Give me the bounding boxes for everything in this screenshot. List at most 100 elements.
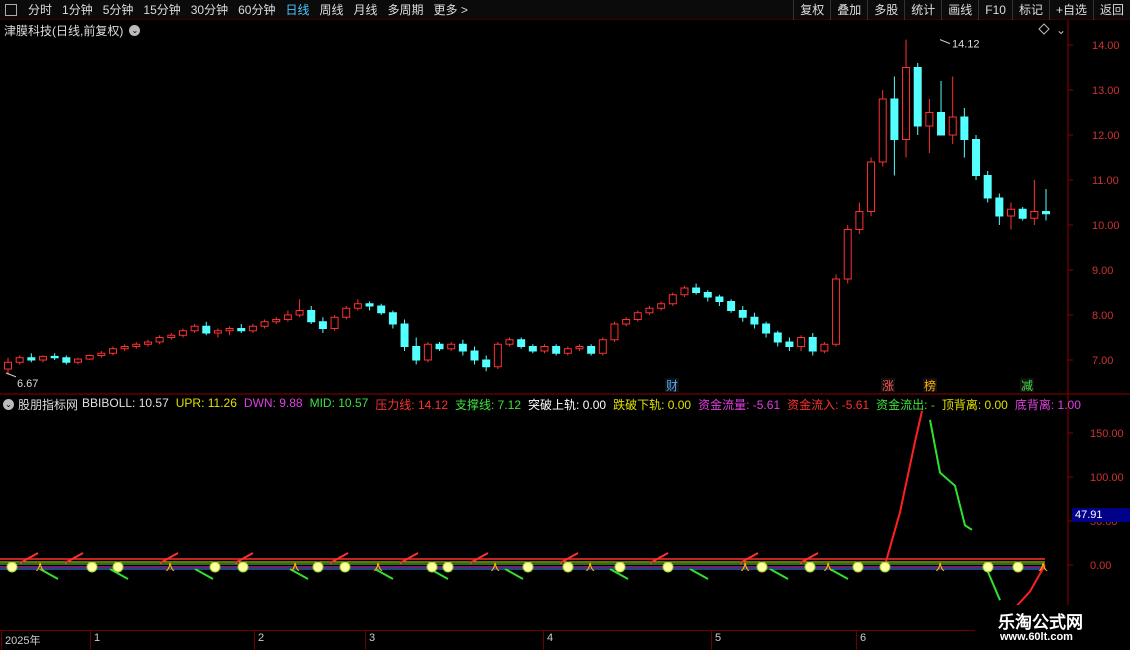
apple-icon [756, 561, 768, 573]
candle-body [517, 339, 526, 347]
indicator-item-12: 底背离: 1.00 [1014, 398, 1081, 412]
candle-body [167, 334, 176, 338]
toolbar-button-1[interactable]: 叠加 [830, 0, 867, 20]
indicator-item-2: DWN: 9.88 [243, 396, 303, 410]
toolbar-button-5[interactable]: F10 [978, 0, 1012, 20]
tab-4[interactable]: 30分钟 [186, 0, 233, 20]
apple-icon [614, 561, 626, 573]
toolbar-button-8[interactable]: 返回 [1092, 0, 1130, 20]
flow-segment [194, 568, 214, 580]
date-tick [711, 631, 712, 650]
date-label: 3 [369, 632, 376, 644]
candle-body [505, 339, 514, 345]
chevron-down-icon: ⌄ [1056, 23, 1066, 37]
candle-body [773, 332, 782, 343]
indicator-current-value: 47.91 [1072, 508, 1130, 522]
toolbar-button-6[interactable]: 标记 [1011, 0, 1049, 20]
tab-0[interactable]: 分时 [23, 0, 57, 20]
indicator-item-3: MID: 10.57 [309, 396, 369, 410]
toolbar-button-7[interactable]: +自选 [1048, 0, 1093, 20]
candle-body [330, 316, 339, 329]
watermark-title: 乐淘公式网 [998, 613, 1083, 632]
indicator-item-10: 资金流出: - [876, 398, 935, 412]
chart-canvas: 14.00 13.00 12.00 11.00 10.00 9.00 8.00 7.00 14.… [0, 20, 1130, 630]
candle-body [528, 346, 537, 352]
date-label: 2025年 [5, 635, 41, 647]
price-label: 10.00 [1092, 220, 1120, 232]
apple-icon [879, 561, 891, 573]
candle-body [540, 346, 549, 352]
candle-body [1018, 208, 1027, 219]
indicator-item-11: 顶背离: 0.00 [941, 398, 1008, 412]
candle-body [143, 341, 152, 345]
apple-icon [426, 561, 438, 573]
candle-body [575, 346, 584, 350]
divergence-icon: ⋏ [740, 558, 750, 574]
candle-body [482, 359, 491, 368]
indicator-item-5: 支撑线: 7.12 [455, 398, 522, 412]
marker-label: 榜 [924, 378, 936, 393]
price-label: 8.00 [1092, 310, 1113, 322]
apple-icon [982, 561, 994, 573]
candle-body [272, 319, 281, 323]
apple-icon [339, 561, 351, 573]
tab-3[interactable]: 15分钟 [138, 0, 185, 20]
tab-2[interactable]: 5分钟 [98, 0, 139, 20]
candle-body [97, 352, 106, 356]
tab-5[interactable]: 60分钟 [233, 0, 280, 20]
tab-1[interactable]: 1分钟 [57, 0, 98, 20]
divergence-icon: ⋏ [373, 558, 383, 574]
candle-body [762, 323, 771, 334]
candle-body [960, 116, 969, 140]
ind-axis-label: 150.00 [1090, 428, 1124, 440]
candle-body [972, 139, 981, 176]
high-label: 14.12 [952, 39, 980, 51]
toolbar-button-4[interactable]: 画线 [941, 0, 978, 20]
apple-icon [312, 561, 324, 573]
candle-body [657, 303, 666, 309]
toolbar-button-2[interactable]: 多股 [867, 0, 904, 20]
toolbar-button-3[interactable]: 统计 [904, 0, 941, 20]
candle-body [412, 346, 421, 361]
indicator-item-4: 压力线: 14.12 [375, 398, 448, 412]
candle-body [727, 301, 736, 311]
candle-body [1042, 211, 1050, 215]
tab-6[interactable]: 日线 [280, 0, 314, 20]
date-tick [365, 631, 366, 650]
candle-body [878, 98, 887, 163]
candle-body [260, 321, 269, 327]
candle-body [587, 346, 596, 354]
candle-body [120, 346, 129, 350]
candle-body [27, 357, 36, 361]
candle-body [820, 343, 829, 352]
tab-10[interactable]: 更多 > [429, 0, 473, 20]
candle-body [318, 321, 327, 329]
price-label: 14.00 [1092, 40, 1120, 52]
diamond-icon [1038, 23, 1050, 35]
candle-body [902, 67, 911, 140]
apple-icon [522, 561, 534, 573]
tab-8[interactable]: 月线 [349, 0, 383, 20]
candle-body [202, 325, 211, 334]
candle-body [598, 339, 607, 354]
date-label: 5 [715, 632, 722, 644]
chevron-down-icon[interactable]: ⌄ [3, 399, 14, 410]
tab-7[interactable]: 周线 [314, 0, 348, 20]
date-label: 1 [94, 632, 101, 644]
flow-segment [504, 568, 524, 580]
toolbar-button-0[interactable]: 复权 [793, 0, 830, 20]
indicator-item-1: UPR: 11.26 [175, 396, 237, 410]
apple-icon [562, 561, 574, 573]
date-axis: 2025年 1 2 3 4 5 6 [0, 630, 975, 650]
candle-body [680, 287, 689, 296]
candle-body [890, 98, 899, 140]
candle-body [470, 350, 479, 361]
flow-segment [769, 568, 789, 580]
apple-icon [237, 561, 249, 573]
candle-body [38, 355, 47, 361]
window-menu-icon[interactable] [5, 3, 17, 16]
candle-body [563, 348, 572, 354]
tab-9[interactable]: 多周期 [383, 0, 429, 20]
apple-icon [1012, 561, 1024, 573]
apple-icon [209, 561, 221, 573]
